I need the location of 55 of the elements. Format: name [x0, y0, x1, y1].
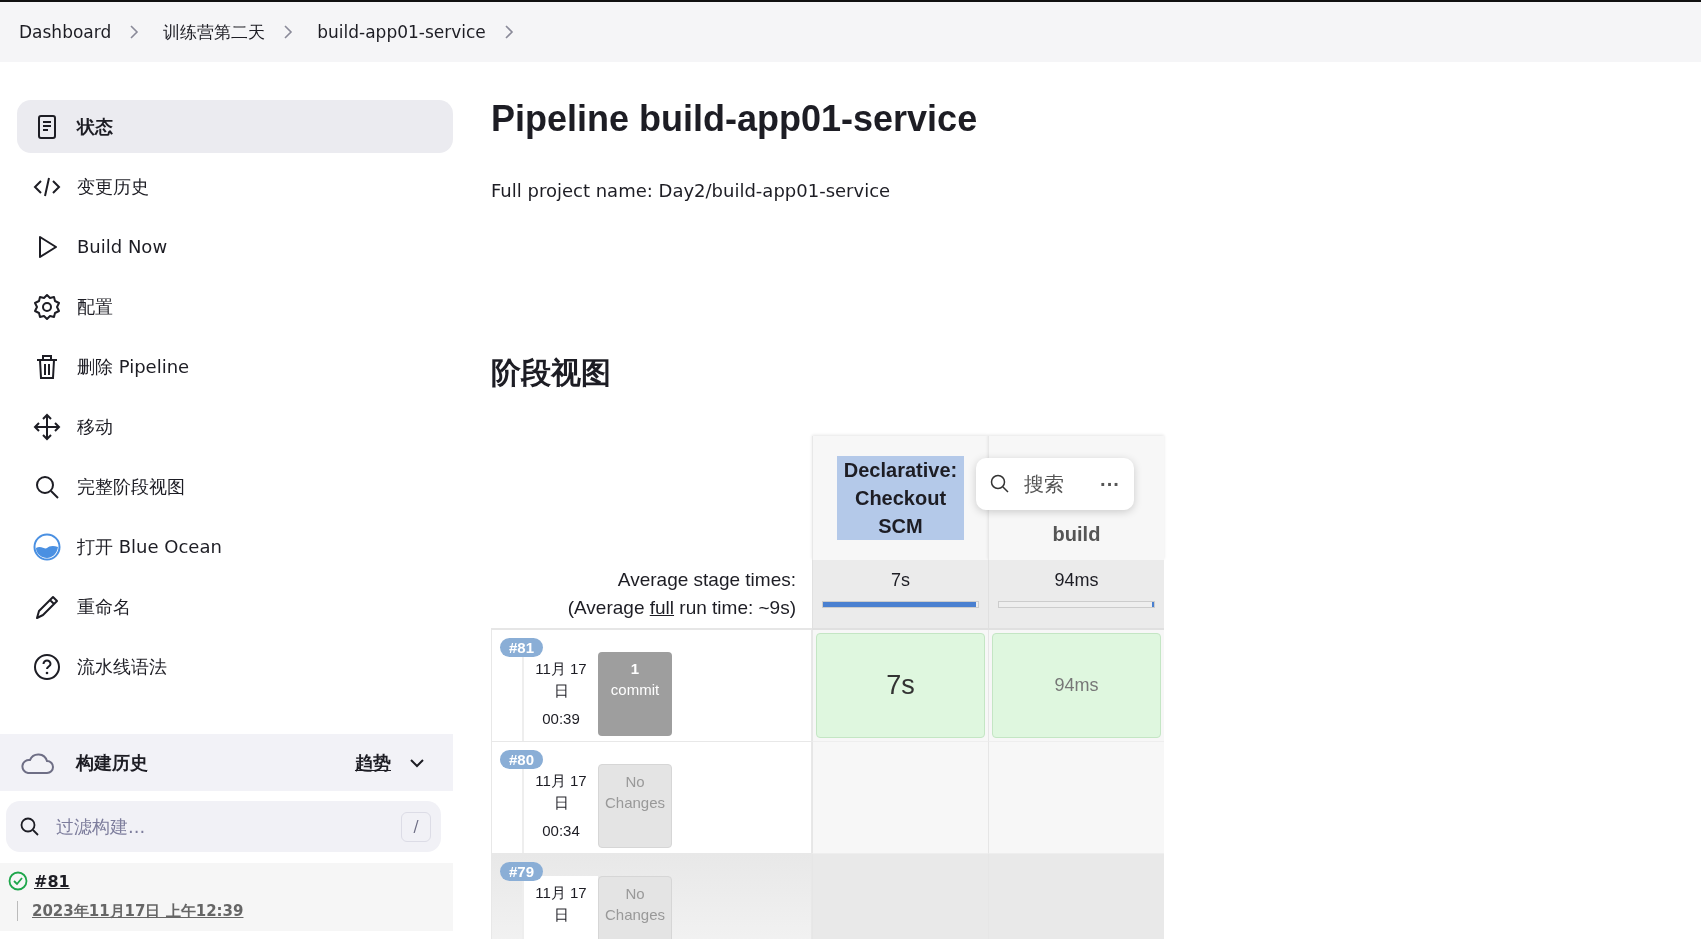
full-project-name: Full project name: Day2/build-app01-service: [491, 180, 892, 201]
sidebar-item[interactable]: 完整阶段视图: [17, 460, 453, 513]
sidebar-item[interactable]: 状态: [17, 100, 453, 153]
average-time-cell: 7s: [812, 560, 988, 630]
stage-name: build: [1051, 522, 1102, 547]
commit-label: commit: [610, 680, 660, 700]
chevron-right-icon[interactable]: [129, 24, 140, 40]
filter-input[interactable]: 过滤构建...: [54, 815, 401, 838]
stage-result-cell[interactable]: 7s: [816, 633, 985, 738]
no-changes-label: No Changes: [603, 884, 666, 925]
breadcrumb-link[interactable]: Dashboard: [19, 22, 112, 42]
help-icon: [33, 652, 61, 681]
build-row[interactable]: #81 2023年11月17日 上午12:39: [0, 863, 453, 931]
full-link[interactable]: full: [649, 597, 675, 618]
filter-field[interactable]: 过滤构建... /: [6, 801, 441, 852]
sidebar-item[interactable]: 变更历史: [17, 160, 453, 213]
move-arrows-icon: [33, 412, 61, 441]
wave-circle-icon: [33, 532, 61, 561]
run-date: 11月 17 日: [534, 883, 588, 925]
sidebar-item[interactable]: 删除 Pipeline: [17, 340, 453, 393]
sidebar-item[interactable]: 重命名: [17, 580, 453, 633]
sidebar-item[interactable]: Build Now: [17, 220, 453, 273]
breadcrumb-link[interactable]: build-app01-service: [317, 22, 486, 42]
commit-count: 1: [630, 659, 640, 679]
sidebar-item[interactable]: 打开 Blue Ocean: [17, 520, 453, 573]
run-date: 11月 17 日: [534, 659, 588, 701]
build-date-link[interactable]: 2023年11月17日 上午12:39: [32, 902, 244, 920]
average-stage-times-label: Average stage times:: [617, 568, 796, 593]
build-number-link[interactable]: #81: [34, 871, 70, 891]
page-title: Pipeline build-app01-service: [491, 98, 979, 140]
search-icon[interactable]: [990, 474, 1010, 494]
no-changes-label: No Changes: [603, 772, 666, 813]
chevron-down-icon[interactable]: [409, 757, 425, 768]
chevron-right-icon[interactable]: [283, 24, 294, 40]
run-date: 11月 17 日: [534, 771, 588, 813]
more-button[interactable]: ···: [1100, 472, 1120, 496]
trend-link[interactable]: 趋势: [355, 750, 391, 775]
breadcrumb-link[interactable]: 训练营第二天: [163, 20, 266, 44]
shortcut-key: /: [401, 811, 431, 842]
chevron-right-icon[interactable]: [503, 24, 514, 40]
build-history-title: 构建历史: [76, 750, 149, 775]
stage-result-cell[interactable]: 94ms: [992, 633, 1161, 738]
stage-view-title: 阶段视图: [491, 354, 612, 392]
average-run-time-text: (Average full run time: ~9s): [567, 596, 796, 620]
run-time: 00:39: [542, 709, 580, 727]
average-time-cell: 94ms: [988, 560, 1164, 630]
sidebar-item[interactable]: 配置: [17, 280, 453, 333]
sidebar-item[interactable]: 移动: [17, 400, 453, 453]
stage-name: Declarative: Checkout SCM: [837, 456, 964, 540]
run-time: 00:34: [542, 821, 580, 839]
search-popup-label[interactable]: 搜索: [1024, 470, 1086, 498]
sidebar-item[interactable]: 流水线语法: [17, 640, 453, 693]
cloud-icon: [20, 750, 54, 775]
search-icon: [20, 816, 40, 837]
settings-icon: [33, 292, 61, 321]
